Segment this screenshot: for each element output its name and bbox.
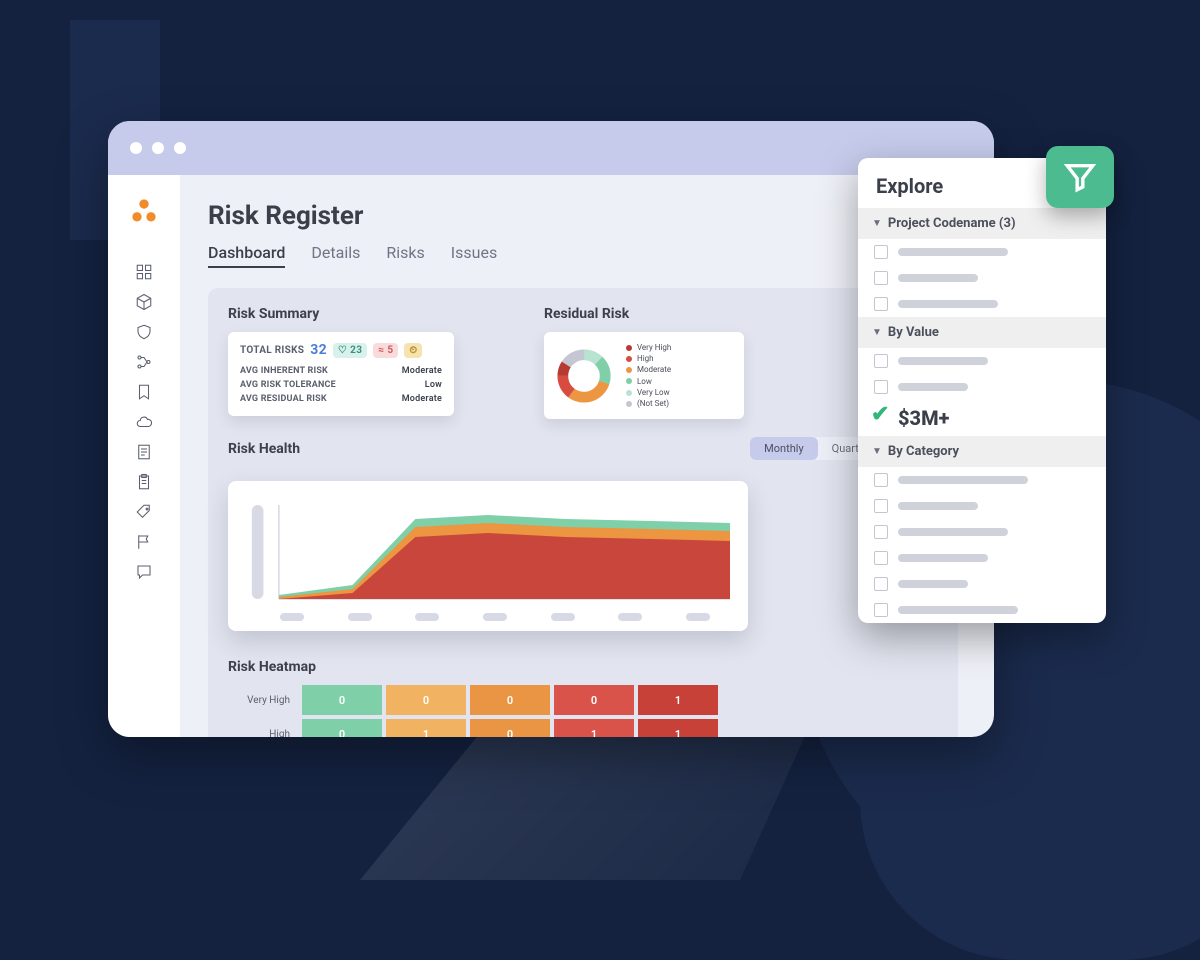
filter-button[interactable] xyxy=(1046,146,1114,208)
sidebar-item-flag[interactable] xyxy=(135,533,153,551)
sidebar-item-cube[interactable] xyxy=(135,293,153,311)
sidebar-item-comment[interactable] xyxy=(135,563,153,581)
tab-bar: Dashboard Details Risks Issues xyxy=(208,243,958,268)
window-dot xyxy=(130,142,142,154)
sidebar-item-bookmark[interactable] xyxy=(135,383,153,401)
summary-row: AVG RESIDUAL RISKModerate xyxy=(240,392,442,406)
total-risks-value: 32 xyxy=(310,342,327,358)
residual-risk-card: Very HighHighModerateLowVery Low(Not Set… xyxy=(544,332,744,419)
health-chip: ♡ 23 xyxy=(333,343,367,358)
legend-item: (Not Set) xyxy=(626,398,671,409)
explore-group-header[interactable]: ▼Project Codename (3) xyxy=(858,208,1106,239)
heatmap-row-label: Very High xyxy=(228,695,298,706)
residual-legend: Very HighHighModerateLowVery Low(Not Set… xyxy=(626,342,671,409)
checkbox[interactable] xyxy=(874,577,888,591)
checkbox[interactable] xyxy=(874,551,888,565)
app-logo xyxy=(130,197,158,231)
residual-risk-section: Residual Risk Very HighHighModerateLowVe… xyxy=(544,306,744,419)
heatmap-cell[interactable]: 1 xyxy=(638,685,718,715)
heatmap-cell[interactable]: 0 xyxy=(302,719,382,737)
checkbox-checked[interactable] xyxy=(874,411,888,425)
explore-option[interactable] xyxy=(858,519,1106,545)
funnel-icon xyxy=(1063,160,1097,194)
heatmap-cell[interactable]: 0 xyxy=(302,685,382,715)
risk-heatmap-heading: Risk Heatmap xyxy=(228,659,938,675)
checkbox[interactable] xyxy=(874,271,888,285)
risk-heatmap: Very High00001High01011Moderate01250Low1… xyxy=(228,685,938,737)
residual-donut-chart xyxy=(556,348,612,404)
explore-option[interactable] xyxy=(858,493,1106,519)
tab-risks[interactable]: Risks xyxy=(386,243,424,268)
window-dot xyxy=(152,142,164,154)
window-dot xyxy=(174,142,186,154)
sidebar-item-tags[interactable] xyxy=(135,503,153,521)
risk-heatmap-section: Risk Heatmap Very High00001High01011Mode… xyxy=(228,659,938,737)
explore-option[interactable] xyxy=(858,374,1106,400)
legend-item: Low xyxy=(626,376,671,387)
tab-dashboard[interactable]: Dashboard xyxy=(208,243,285,268)
risk-summary-section: Risk Summary TOTAL RISKS 32 ♡ 23 ≈ 5 ⏲ A… xyxy=(228,306,454,419)
explore-option[interactable] xyxy=(858,265,1106,291)
risk-health-chart xyxy=(246,497,730,607)
residual-risk-heading: Residual Risk xyxy=(544,306,744,322)
risk-summary-card: TOTAL RISKS 32 ♡ 23 ≈ 5 ⏲ AVG INHERENT R… xyxy=(228,332,454,416)
heatmap-cell[interactable]: 1 xyxy=(554,719,634,737)
x-ticks xyxy=(246,607,730,621)
period-tab-monthly[interactable]: Monthly xyxy=(750,437,818,460)
explore-option[interactable] xyxy=(858,571,1106,597)
legend-item: High xyxy=(626,353,671,364)
dashboard-panel: Risk Summary TOTAL RISKS 32 ♡ 23 ≈ 5 ⏲ A… xyxy=(208,288,958,737)
explore-option[interactable] xyxy=(858,291,1106,317)
summary-row: AVG INHERENT RISKModerate xyxy=(240,364,442,378)
explore-panel: Explore ▼Project Codename (3)▼By Value$3… xyxy=(858,158,1106,623)
checkbox[interactable] xyxy=(874,354,888,368)
heatmap-cell[interactable]: 0 xyxy=(386,685,466,715)
sidebar-item-receipt[interactable] xyxy=(135,443,153,461)
legend-item: Very Low xyxy=(626,387,671,398)
trend-chip: ≈ 5 xyxy=(373,343,398,358)
checkbox[interactable] xyxy=(874,245,888,259)
heatmap-row-label: High xyxy=(228,729,298,737)
explore-option[interactable] xyxy=(858,545,1106,571)
checkbox[interactable] xyxy=(874,473,888,487)
explore-option[interactable] xyxy=(858,597,1106,623)
explore-option[interactable] xyxy=(858,467,1106,493)
page-title: Risk Register xyxy=(208,201,958,231)
checkbox[interactable] xyxy=(874,499,888,513)
tab-details[interactable]: Details xyxy=(311,243,360,268)
sidebar-item-cloud[interactable] xyxy=(135,413,153,431)
legend-item: Moderate xyxy=(626,364,671,375)
explore-option[interactable] xyxy=(858,348,1106,374)
heatmap-cell[interactable]: 0 xyxy=(554,685,634,715)
checkbox[interactable] xyxy=(874,603,888,617)
summary-row: AVG RISK TOLERANCELow xyxy=(240,378,442,392)
heatmap-cell[interactable]: 0 xyxy=(470,719,550,737)
tab-issues[interactable]: Issues xyxy=(451,243,497,268)
checkbox[interactable] xyxy=(874,380,888,394)
heatmap-cell[interactable]: 1 xyxy=(386,719,466,737)
sidebar xyxy=(108,175,180,737)
sidebar-item-nodes[interactable] xyxy=(135,353,153,371)
checkbox[interactable] xyxy=(874,525,888,539)
sidebar-item-dashboard[interactable] xyxy=(135,263,153,281)
total-risks-label: TOTAL RISKS xyxy=(240,345,304,356)
heatmap-cell[interactable]: 1 xyxy=(638,719,718,737)
checkbox[interactable] xyxy=(874,297,888,311)
info-chip: ⏲ xyxy=(404,343,422,358)
heatmap-cell[interactable]: 0 xyxy=(470,685,550,715)
sidebar-item-shield[interactable] xyxy=(135,323,153,341)
explore-option[interactable] xyxy=(858,239,1106,265)
risk-health-card xyxy=(228,481,748,631)
risk-summary-heading: Risk Summary xyxy=(228,306,454,322)
explore-group-header[interactable]: ▼By Category xyxy=(858,436,1106,467)
legend-item: Very High xyxy=(626,342,671,353)
explore-option-checked[interactable]: $3M+ xyxy=(858,400,1106,436)
risk-health-section: Risk Health MonthlyQuarterlyYearly xyxy=(228,441,938,631)
sidebar-item-clipboard[interactable] xyxy=(135,473,153,491)
explore-group-header[interactable]: ▼By Value xyxy=(858,317,1106,348)
